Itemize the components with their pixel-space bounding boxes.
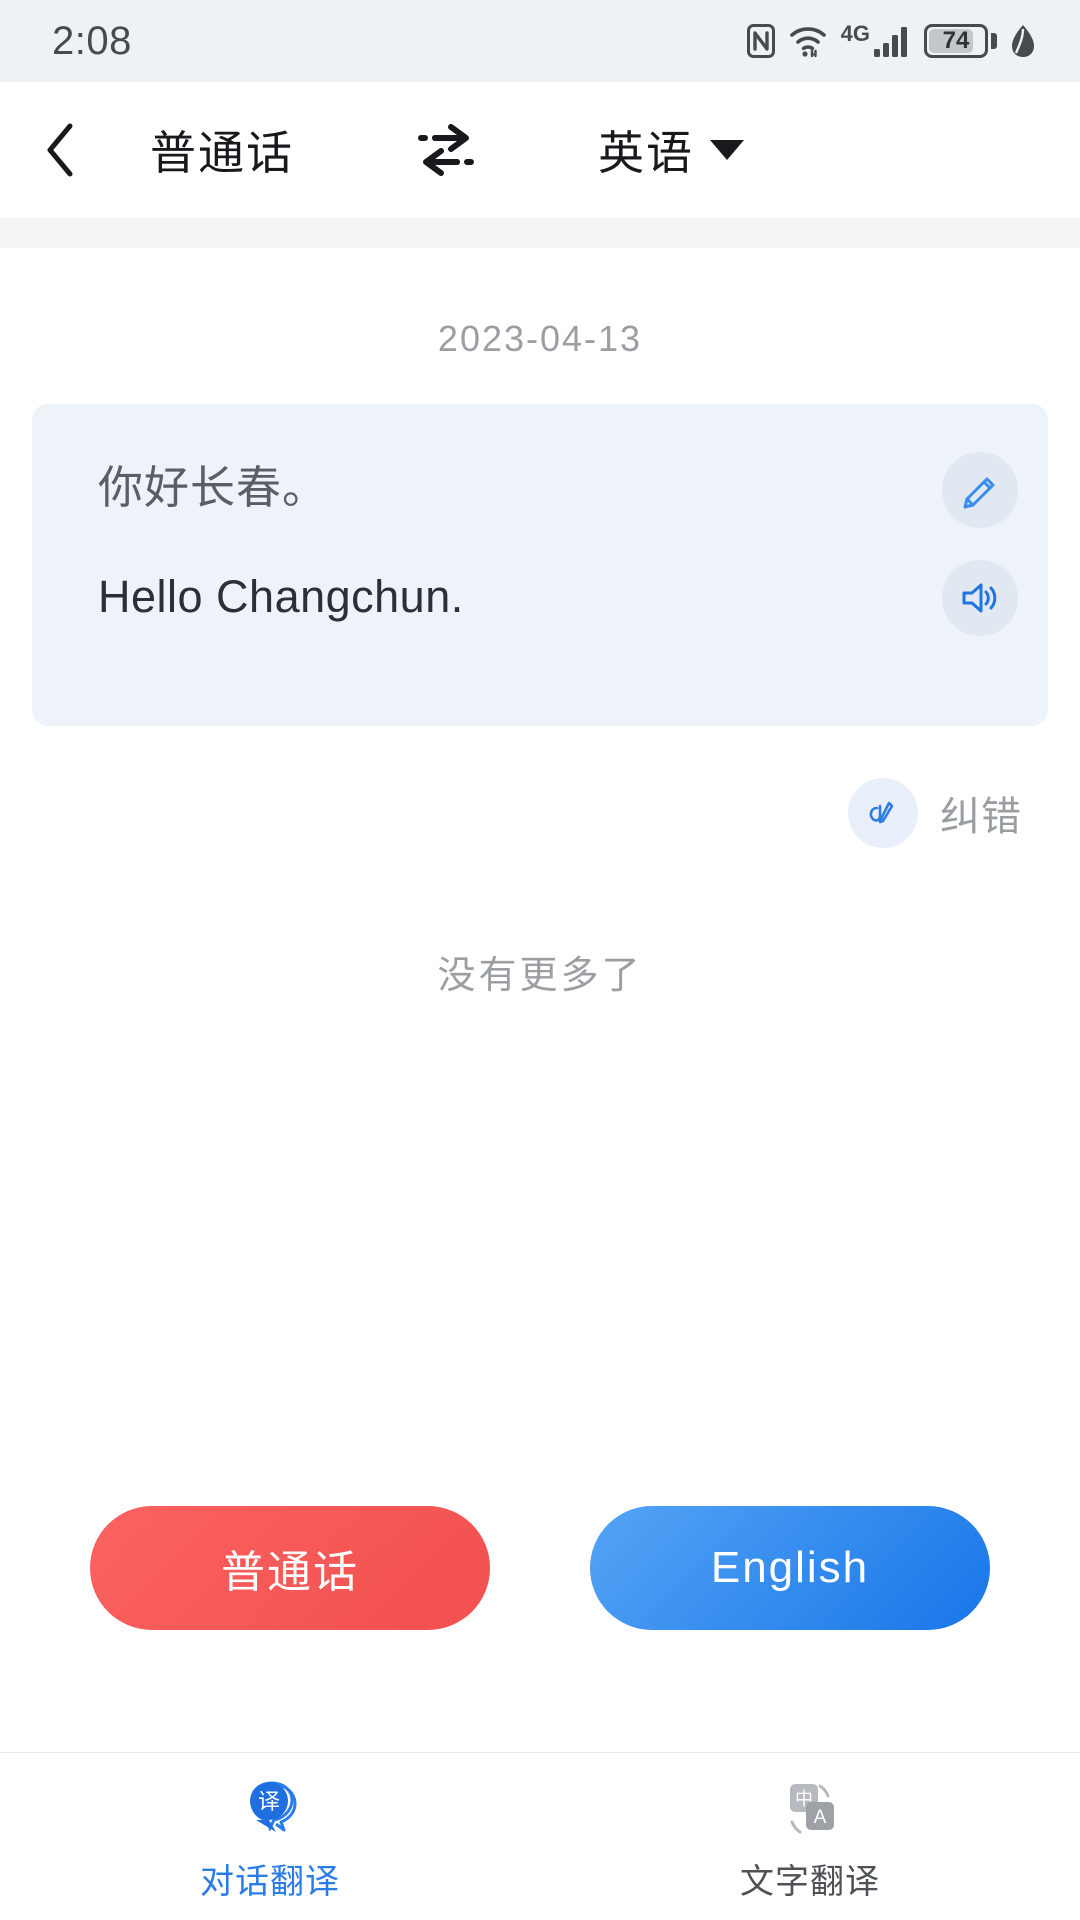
source-language-label: 普通话 [150, 127, 294, 179]
tab-conversation-translation[interactable]: 译 对话翻译 [0, 1753, 540, 1920]
correction-icon-wrap [848, 778, 918, 848]
edit-button[interactable] [942, 452, 1018, 528]
translated-text: Hello Changchun. [98, 570, 464, 622]
card-action-buttons [942, 452, 1018, 636]
speaker-icon [962, 583, 997, 613]
app-screen: 2:08 4G 74 普通话 英语 2023-04-13 你好长春。 Hello… [0, 0, 1080, 1920]
status-icons: 4G 74 [746, 21, 1036, 58]
conversation-date: 2023-04-13 [437, 318, 643, 359]
battery-level-label: 74 [942, 27, 970, 54]
tab-text-translation[interactable]: 中 A 文字翻译 [540, 1753, 1080, 1920]
chevron-down-icon [710, 140, 744, 160]
conversation-list: 2023-04-13 你好长春。 Hello Changchun. 纠错 没有更… [0, 248, 1080, 999]
leaf-icon [1012, 25, 1034, 57]
nfc-icon [746, 24, 775, 58]
tab-label-conversation: 对话翻译 [200, 1863, 340, 1901]
translation-card[interactable]: 你好长春。 Hello Changchun. [32, 404, 1048, 726]
swap-arrows-icon [418, 124, 474, 176]
svg-text:A: A [814, 1807, 827, 1828]
record-target-button[interactable]: English [590, 1506, 990, 1630]
report-error-label: 纠错 [940, 795, 1022, 839]
source-language-selector[interactable]: 普通话 [150, 117, 294, 183]
tab-label-text: 文字翻译 [740, 1863, 880, 1901]
record-source-button[interactable]: 普通话 [90, 1506, 490, 1630]
source-text: 你好长春。 [98, 462, 329, 513]
speech-bubble-translate-icon: 译 [250, 1781, 297, 1832]
end-of-list-label: 没有更多了 [437, 955, 643, 997]
battery-icon: 74 [924, 24, 997, 58]
report-error-button[interactable]: 纠错 [0, 778, 1022, 848]
bottom-tab-bar: 译 对话翻译 中 A 文字翻译 [0, 1752, 1080, 1920]
chevron-left-icon [47, 123, 73, 177]
mic-buttons-row: 普通话 English [0, 1506, 1080, 1630]
target-language-selector[interactable]: 英语 [598, 117, 744, 183]
signal-bars-icon [874, 27, 907, 57]
correction-pen-icon [869, 801, 894, 824]
header-divider [0, 218, 1080, 248]
network-4g-label: 4G [840, 21, 870, 46]
text-translate-icon: 中 A [790, 1784, 834, 1834]
svg-text:译: 译 [258, 1789, 280, 1814]
status-time: 2:08 [52, 18, 132, 63]
speak-button[interactable] [942, 560, 1018, 636]
status-bar: 2:08 4G 74 [0, 0, 1080, 82]
wifi-icon [789, 27, 826, 58]
pencil-icon [963, 477, 995, 509]
target-language-label: 英语 [598, 127, 694, 179]
back-button[interactable] [0, 122, 120, 178]
app-header: 普通话 英语 [0, 82, 1080, 218]
swap-languages-button[interactable] [398, 118, 494, 182]
